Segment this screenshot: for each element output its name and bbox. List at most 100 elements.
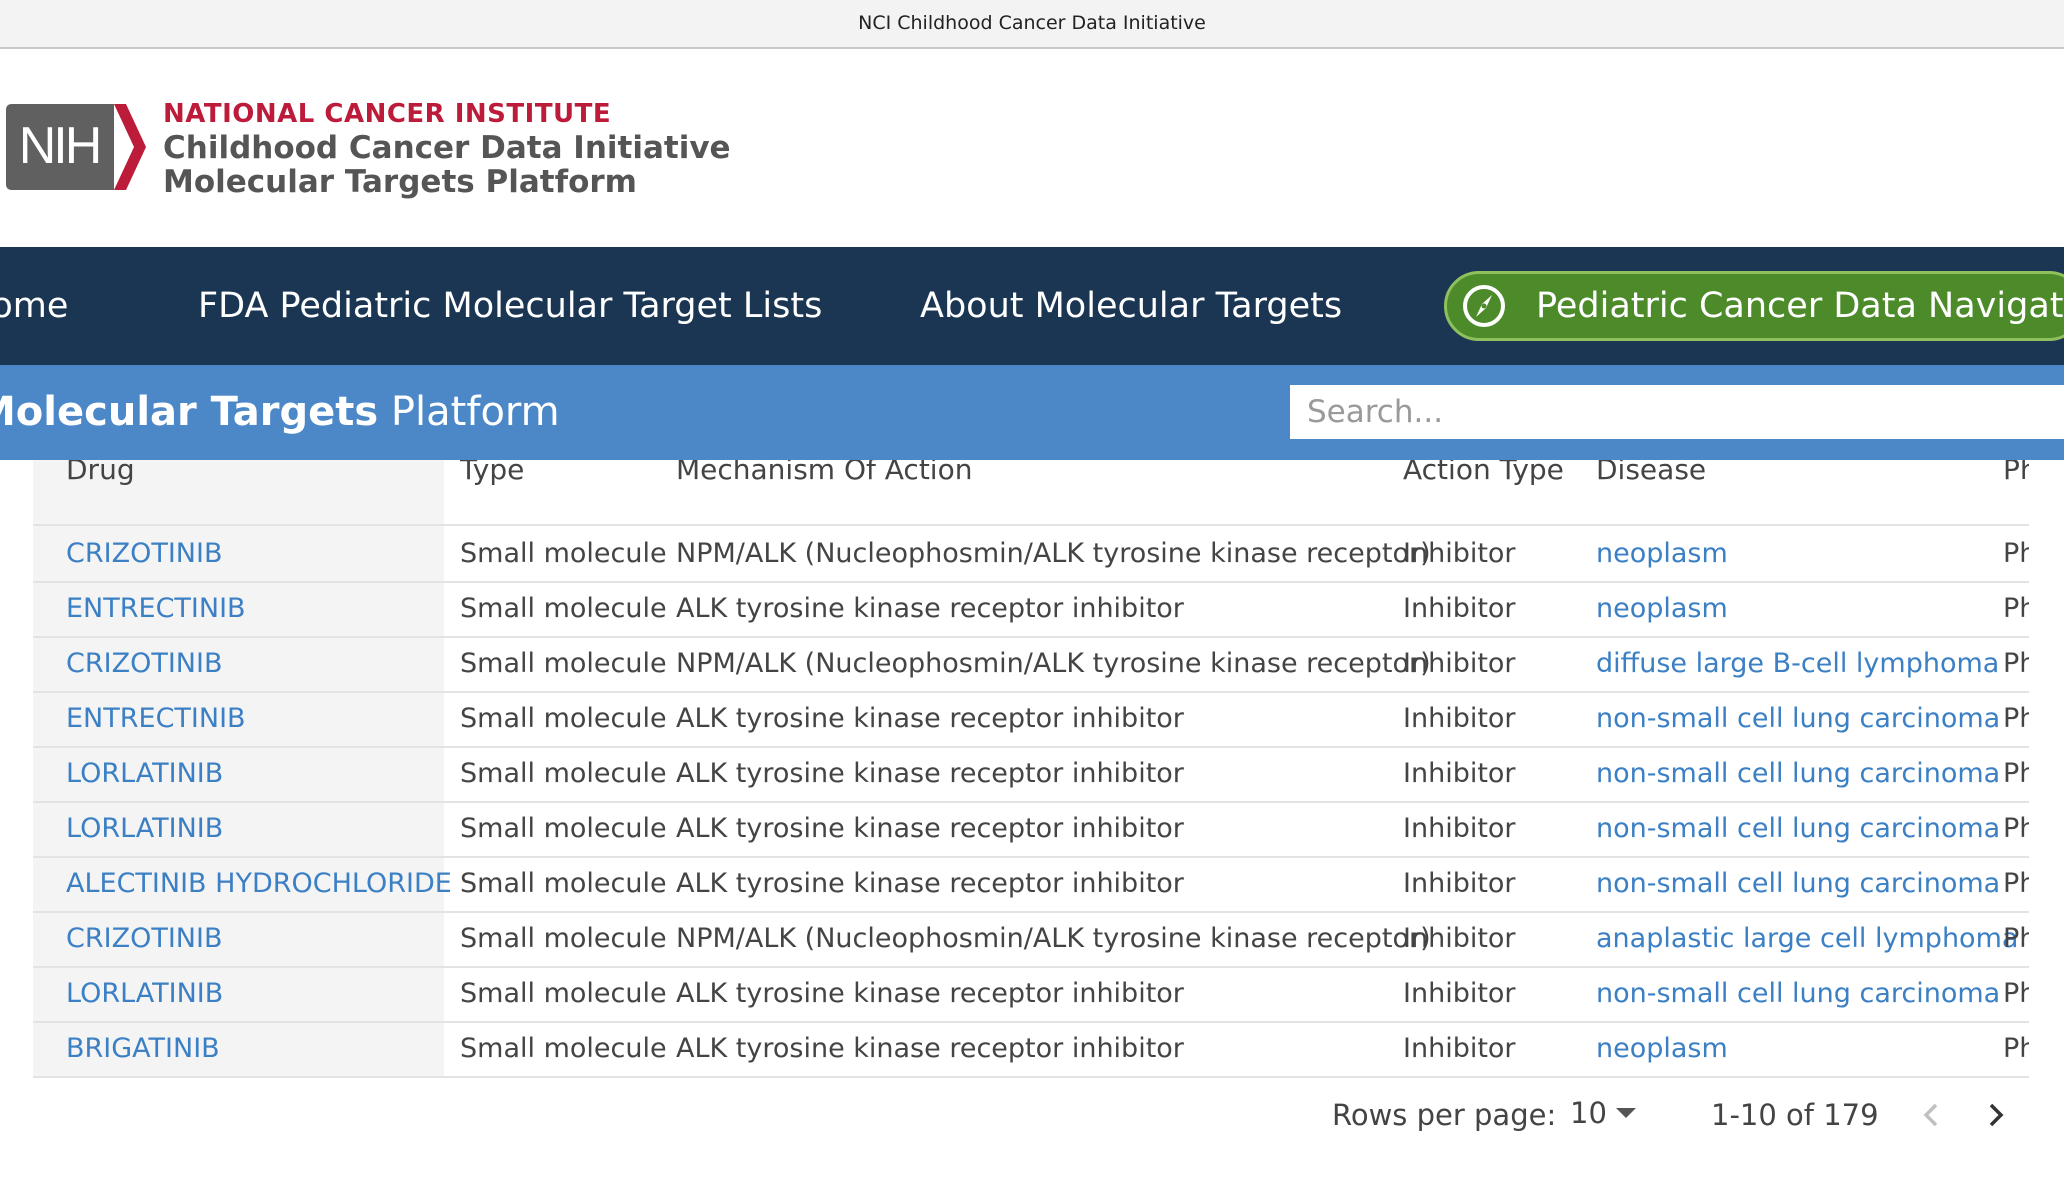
action-type-cell: Inhibitor — [1403, 923, 1516, 954]
mechanism-cell: ALK tyrosine kinase receptor inhibitor — [676, 1033, 1184, 1064]
disease-link[interactable]: non-small cell lung carcinoma — [1596, 856, 2000, 911]
phase-cell: Phase — [2003, 813, 2029, 844]
table-row: ALECTINIB HYDROCHLORIDE Small molecule A… — [33, 856, 2029, 913]
drug-link[interactable]: CRIZOTINIB — [66, 526, 222, 581]
type-cell: Small molecule — [460, 868, 667, 899]
disease-link[interactable]: neoplasm — [1596, 581, 1728, 636]
mechanism-cell: NPM/ALK (Nucleophosmin/ALK tyrosine kina… — [676, 538, 1431, 569]
nih-logo[interactable]: NIH — [6, 104, 146, 190]
table-pagination: Rows per page: 10 1-10 of 179 — [0, 1078, 2064, 1158]
drug-link[interactable]: ENTRECTINIB — [66, 691, 246, 746]
brand-institute: NATIONAL CANCER INSTITUTE — [163, 99, 612, 129]
disease-link[interactable]: neoplasm — [1596, 526, 1728, 581]
main-nav: Home FDA Pediatric Molecular Target List… — [0, 247, 2064, 365]
search-input[interactable] — [1290, 385, 2064, 439]
phase-cell: Phase — [2003, 648, 2029, 679]
column-header-action-type[interactable]: Action Type — [1403, 460, 1564, 486]
type-cell: Small molecule — [460, 1033, 667, 1064]
table-row: ENTRECTINIB Small molecule ALK tyrosine … — [33, 581, 2029, 638]
disease-link[interactable]: anaplastic large cell lymphoma — [1596, 911, 2018, 966]
phase-cell: Phase — [2003, 758, 2029, 789]
drug-link[interactable]: LORLATINIB — [66, 966, 223, 1021]
platform-title-strong: Molecular Targets — [0, 389, 379, 435]
phase-cell: Phase — [2003, 703, 2029, 734]
phase-cell: Phase — [2003, 1033, 2029, 1064]
pediatric-data-navigation-button[interactable]: Pediatric Cancer Data Navigation — [1444, 271, 2064, 341]
mechanism-cell: NPM/ALK (Nucleophosmin/ALK tyrosine kina… — [676, 923, 1431, 954]
nav-item-home[interactable]: Home — [0, 247, 68, 365]
action-type-cell: Inhibitor — [1403, 813, 1516, 844]
rows-per-page-select[interactable]: 10 — [1570, 1096, 1607, 1130]
table-row: BRIGATINIB Small molecule ALK tyrosine k… — [33, 1021, 2029, 1078]
type-cell: Small molecule — [460, 648, 667, 679]
column-header-drug[interactable]: Drug — [66, 460, 135, 486]
type-cell: Small molecule — [460, 538, 667, 569]
column-header-disease[interactable]: Disease — [1596, 460, 1706, 486]
disease-link[interactable]: diffuse large B-cell lymphoma — [1596, 636, 1999, 691]
disease-link[interactable]: non-small cell lung carcinoma — [1596, 966, 2000, 1021]
cta-label: Pediatric Cancer Data Navigation — [1536, 286, 2064, 326]
type-cell: Small molecule — [460, 923, 667, 954]
mechanism-cell: ALK tyrosine kinase receptor inhibitor — [676, 868, 1184, 899]
nav-item-fda-lists[interactable]: FDA Pediatric Molecular Target Lists — [198, 247, 822, 365]
action-type-cell: Inhibitor — [1403, 593, 1516, 624]
dropdown-caret-icon[interactable] — [1616, 1108, 1636, 1118]
brand-text[interactable]: NATIONAL CANCER INSTITUTE Childhood Canc… — [163, 97, 731, 199]
type-cell: Small molecule — [460, 813, 667, 844]
disease-link[interactable]: neoplasm — [1596, 1021, 1728, 1076]
action-type-cell: Inhibitor — [1403, 868, 1516, 899]
disease-link[interactable]: non-small cell lung carcinoma — [1596, 691, 2000, 746]
phase-cell: Phase — [2003, 538, 2029, 569]
type-cell: Small molecule — [460, 978, 667, 1009]
nav-item-about[interactable]: About Molecular Targets — [920, 247, 1342, 365]
action-type-cell: Inhibitor — [1403, 758, 1516, 789]
sub-bar: Molecular Targets Platform — [0, 365, 2064, 460]
type-cell: Small molecule — [460, 758, 667, 789]
brand-platform: Molecular Targets Platform — [163, 164, 637, 200]
drug-link[interactable]: ENTRECTINIB — [66, 581, 246, 636]
table-row: LORLATINIB Small molecule ALK tyrosine k… — [33, 801, 2029, 858]
action-type-cell: Inhibitor — [1403, 648, 1516, 679]
drugs-table: Drug Type Mechanism Of Action Action Typ… — [0, 460, 2064, 1200]
drug-link[interactable]: CRIZOTINIB — [66, 911, 222, 966]
table-row: ENTRECTINIB Small molecule ALK tyrosine … — [33, 691, 2029, 748]
mechanism-cell: NPM/ALK (Nucleophosmin/ALK tyrosine kina… — [676, 648, 1431, 679]
drug-link[interactable]: CRIZOTINIB — [66, 636, 222, 691]
table-row: CRIZOTINIB Small molecule NPM/ALK (Nucle… — [33, 911, 2029, 968]
table-row: LORLATINIB Small molecule ALK tyrosine k… — [33, 966, 2029, 1023]
table-row: CRIZOTINIB Small molecule NPM/ALK (Nucle… — [33, 526, 2029, 583]
drug-link[interactable]: BRIGATINIB — [66, 1021, 220, 1076]
action-type-cell: Inhibitor — [1403, 1033, 1516, 1064]
column-header-type[interactable]: Type — [460, 460, 524, 486]
table-row: CRIZOTINIB Small molecule NPM/ALK (Nucle… — [33, 636, 2029, 693]
phase-cell: Phase — [2003, 593, 2029, 624]
page-range: 1-10 of 179 — [1711, 1098, 1879, 1132]
action-type-cell: Inhibitor — [1403, 978, 1516, 1009]
site-header: NIH NATIONAL CANCER INSTITUTE Childhood … — [0, 49, 2064, 247]
disease-link[interactable]: non-small cell lung carcinoma — [1596, 746, 2000, 801]
column-header-phase[interactable]: Phase — [2003, 460, 2029, 486]
table-row: LORLATINIB Small molecule ALK tyrosine k… — [33, 746, 2029, 803]
column-header-mechanism[interactable]: Mechanism Of Action — [676, 460, 972, 486]
mechanism-cell: ALK tyrosine kinase receptor inhibitor — [676, 978, 1184, 1009]
window-titlebar: NCI Childhood Cancer Data Initiative — [0, 0, 2064, 49]
brand-initiative: Childhood Cancer Data Initiative — [163, 130, 731, 166]
disease-link[interactable]: non-small cell lung carcinoma — [1596, 801, 2000, 856]
mechanism-cell: ALK tyrosine kinase receptor inhibitor — [676, 813, 1184, 844]
phase-cell: Phase — [2003, 923, 2029, 954]
phase-cell: Phase — [2003, 978, 2029, 1009]
mechanism-cell: ALK tyrosine kinase receptor inhibitor — [676, 593, 1184, 624]
drug-link[interactable]: LORLATINIB — [66, 746, 223, 801]
next-page-icon[interactable] — [1981, 1098, 2009, 1132]
phase-cell: Phase — [2003, 868, 2029, 899]
drug-link[interactable]: ALECTINIB HYDROCHLORIDE — [66, 856, 452, 911]
window-title: NCI Childhood Cancer Data Initiative — [858, 12, 1206, 34]
type-cell: Small molecule — [460, 703, 667, 734]
type-cell: Small molecule — [460, 593, 667, 624]
rows-per-page-label: Rows per page: — [1332, 1098, 1557, 1132]
action-type-cell: Inhibitor — [1403, 703, 1516, 734]
mechanism-cell: ALK tyrosine kinase receptor inhibitor — [676, 758, 1184, 789]
drug-link[interactable]: LORLATINIB — [66, 801, 223, 856]
action-type-cell: Inhibitor — [1403, 538, 1516, 569]
previous-page-icon[interactable] — [1918, 1098, 1946, 1132]
